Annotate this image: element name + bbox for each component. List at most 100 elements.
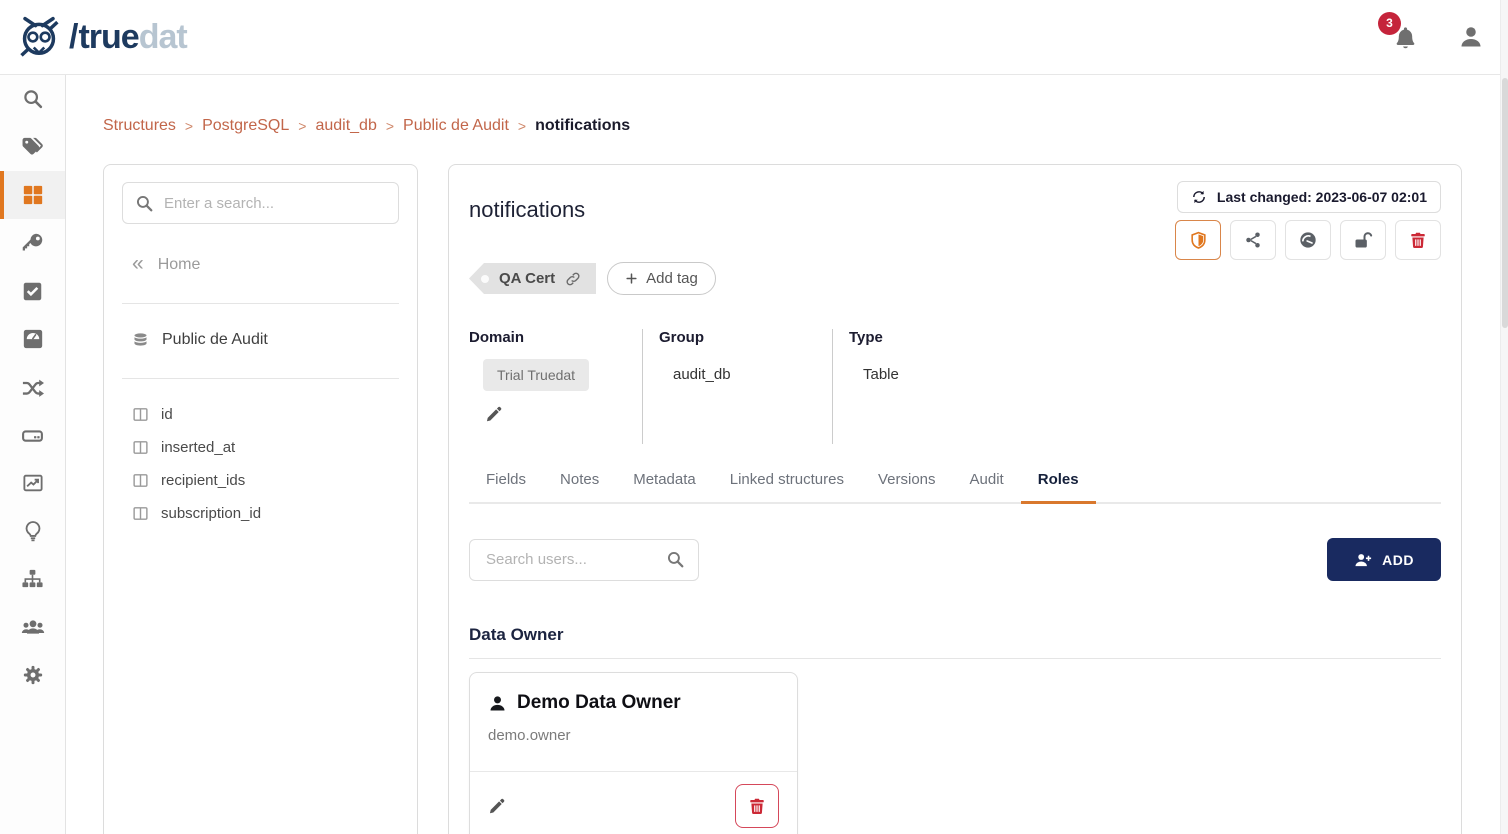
sidebar-item-search[interactable]	[0, 75, 65, 123]
field-item[interactable]: inserted_at	[122, 439, 399, 456]
user-search-input[interactable]	[469, 539, 699, 581]
field-item[interactable]: recipient_ids	[122, 472, 399, 489]
columns-icon	[132, 472, 149, 489]
breadcrumb-separator: >	[185, 118, 193, 134]
field-item[interactable]: subscription_id	[122, 505, 399, 522]
sidebar-item-permissions[interactable]	[0, 219, 65, 267]
detail-tabs: Fields Notes Metadata Linked structures …	[469, 471, 1441, 504]
field-list: id inserted_at recipient_ids subscriptio…	[122, 406, 399, 522]
rules-check-icon	[22, 281, 43, 302]
user-icon	[488, 694, 507, 713]
chevrons-left-icon: «	[132, 253, 144, 274]
type-column: Type Table	[833, 329, 1007, 444]
sidebar-item-settings[interactable]	[0, 651, 65, 699]
tab-metadata[interactable]: Metadata	[616, 471, 713, 504]
lineage-shuffle-icon	[21, 376, 44, 399]
quality-button[interactable]	[1285, 220, 1331, 260]
home-label: Home	[158, 256, 201, 274]
user-icon	[1458, 24, 1484, 50]
unlock-button[interactable]	[1340, 220, 1386, 260]
breadcrumb-link-system[interactable]: PostgreSQL	[202, 117, 289, 135]
logo-slash: /	[66, 18, 78, 56]
gauge-icon	[1298, 230, 1318, 250]
protect-button[interactable]	[1175, 220, 1221, 260]
breadcrumb-separator: >	[386, 118, 394, 134]
shield-icon	[1189, 231, 1208, 250]
group-value: audit_db	[673, 366, 832, 383]
group-label: Group	[659, 329, 832, 346]
columns-icon	[132, 505, 149, 522]
page-title: notifications	[469, 197, 585, 223]
add-role-user-button[interactable]: ADD	[1327, 538, 1441, 581]
sidebar-item-structures[interactable]	[0, 171, 65, 219]
divider	[122, 378, 399, 379]
sidebar-item-systems[interactable]	[0, 411, 65, 459]
systems-drive-icon	[21, 424, 44, 447]
tab-notes[interactable]: Notes	[543, 471, 616, 504]
unlock-icon	[1353, 230, 1373, 250]
sidebar-item-quality[interactable]	[0, 315, 65, 363]
scrollbar-thumb[interactable]	[1502, 78, 1508, 328]
add-button-label: ADD	[1382, 552, 1414, 568]
tab-roles[interactable]: Roles	[1021, 471, 1096, 504]
field-item[interactable]: id	[122, 406, 399, 423]
breadcrumb-separator: >	[298, 118, 306, 134]
tab-versions[interactable]: Versions	[861, 471, 953, 504]
group-column: Group audit_db	[643, 329, 833, 444]
sidebar-item-rules[interactable]	[0, 267, 65, 315]
tab-linked-structures[interactable]: Linked structures	[713, 471, 861, 504]
parent-label: Public de Audit	[162, 331, 268, 349]
pencil-icon[interactable]	[485, 405, 503, 423]
groups-users-icon	[21, 615, 45, 639]
tree-back-home[interactable]: « Home	[132, 256, 399, 274]
tree-parent-node[interactable]: Public de Audit	[132, 331, 399, 349]
sidebar-item-taxonomy[interactable]	[0, 555, 65, 603]
share-button[interactable]	[1230, 220, 1276, 260]
notifications-button[interactable]: 3	[1393, 25, 1418, 50]
tab-audit[interactable]: Audit	[953, 471, 1021, 504]
page-scrollbar[interactable]	[1500, 0, 1508, 834]
key-icon	[21, 232, 44, 255]
tag-qa-cert[interactable]: QA Cert	[469, 263, 596, 294]
breadcrumb-current: notifications	[535, 117, 630, 135]
breadcrumb-link-schema[interactable]: Public de Audit	[403, 117, 509, 135]
notification-badge: 3	[1378, 12, 1401, 35]
search-icon[interactable]	[666, 550, 685, 569]
type-value: Table	[863, 366, 1007, 383]
search-icon	[22, 88, 44, 110]
structures-grid-icon	[22, 184, 44, 206]
user-menu-button[interactable]	[1458, 24, 1484, 50]
structure-tree-panel: « Home Public de Audit id insert	[103, 164, 418, 834]
tag-label: QA Cert	[499, 270, 555, 287]
sidebar-item-tags[interactable]	[0, 123, 65, 171]
tree-search-box	[122, 182, 399, 224]
link-icon[interactable]	[565, 271, 581, 287]
plus-icon	[625, 272, 638, 285]
remove-role-user-button[interactable]	[735, 784, 779, 828]
tab-fields[interactable]: Fields	[469, 471, 543, 504]
columns-icon	[132, 406, 149, 423]
delete-structure-button[interactable]	[1395, 220, 1441, 260]
refresh-icon[interactable]	[1191, 189, 1207, 205]
taxonomy-sitemap-icon	[21, 568, 44, 591]
type-label: Type	[849, 329, 1007, 346]
last-changed-box: Last changed: 2023-06-07 02:01	[1177, 181, 1441, 213]
app-header: /truedat 3	[0, 0, 1508, 75]
add-tag-button[interactable]: Add tag	[607, 262, 716, 295]
sidebar-item-dashboards[interactable]	[0, 459, 65, 507]
truedat-logo[interactable]: /truedat	[16, 16, 187, 58]
sidebar-item-groups[interactable]	[0, 603, 65, 651]
pencil-icon[interactable]	[488, 797, 506, 815]
sidebar-item-lineage[interactable]	[0, 363, 65, 411]
sidebar-item-insights[interactable]	[0, 507, 65, 555]
breadcrumb-link-db[interactable]: audit_db	[315, 117, 376, 135]
last-changed-label: Last changed: 2023-06-07 02:01	[1217, 189, 1427, 205]
logo-brand-secondary: dat	[139, 18, 187, 56]
trash-icon	[748, 797, 766, 815]
breadcrumb-link-structures[interactable]: Structures	[103, 117, 176, 135]
role-section-title: Data Owner	[469, 625, 1441, 659]
quality-gauge-icon	[22, 328, 44, 350]
columns-icon	[132, 439, 149, 456]
tree-search-input[interactable]	[164, 195, 386, 212]
field-label: inserted_at	[161, 439, 235, 456]
